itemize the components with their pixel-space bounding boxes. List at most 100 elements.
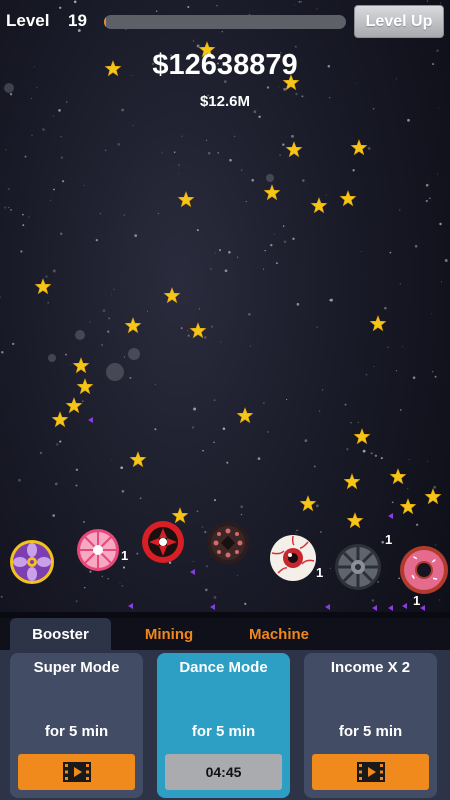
tab-machine[interactable]: Machine — [232, 618, 326, 650]
shard-particle — [372, 605, 377, 611]
dust-particle — [83, 185, 85, 186]
dust-particle — [31, 134, 33, 136]
red-donut-machine[interactable] — [399, 545, 449, 595]
star-icon — [346, 512, 364, 529]
eyeball-count: 1 — [316, 565, 324, 580]
dust-particle — [47, 301, 50, 304]
watch-video-button[interactable] — [312, 754, 429, 790]
dust-particle — [53, 188, 55, 191]
dust-particle — [412, 376, 416, 379]
dust-particle — [201, 526, 204, 528]
dust-particle — [433, 485, 437, 489]
blur-particle — [106, 363, 124, 381]
star-icon — [299, 495, 317, 512]
dust-particle — [42, 128, 45, 131]
level-progress-fill — [104, 15, 107, 29]
purple-flower-wheel-machine[interactable] — [8, 538, 56, 586]
dust-particle — [213, 441, 215, 443]
dark-donut-machine[interactable] — [206, 521, 250, 565]
grey-turbine-machine[interactable] — [334, 543, 382, 591]
dust-particle — [75, 600, 78, 603]
dust-particle — [316, 326, 318, 328]
dust-particle — [329, 567, 331, 569]
star-icon — [310, 197, 328, 214]
dust-particle — [83, 521, 85, 523]
dust-particle — [69, 364, 71, 366]
dust-particle — [401, 346, 403, 348]
dust-particle — [346, 448, 349, 451]
dust-particle — [373, 366, 375, 367]
level-number: 19 — [68, 11, 87, 30]
dust-particle — [28, 216, 30, 218]
dust-particle — [387, 346, 389, 349]
dust-particle — [399, 209, 401, 211]
star-icon — [343, 473, 361, 490]
dust-particle — [50, 199, 52, 201]
dust-particle — [205, 139, 208, 141]
dust-particle — [374, 454, 378, 457]
dust-particle — [196, 510, 199, 513]
dust-particle — [134, 234, 138, 238]
dust-particle — [61, 180, 65, 183]
dust-particle — [213, 499, 217, 502]
dust-particle — [173, 151, 176, 154]
tab-mining[interactable]: Mining — [124, 618, 214, 650]
dust-particle — [113, 288, 115, 290]
dust-particle — [107, 578, 109, 580]
dust-particle — [24, 155, 27, 158]
dust-particle — [274, 233, 276, 235]
dust-particle — [75, 468, 79, 472]
level-up-button[interactable]: Level Up — [354, 5, 444, 38]
shard-particle — [402, 603, 407, 609]
dust-particle — [101, 575, 104, 578]
booster-card-super-mode: Super Mode for 5 min — [10, 653, 143, 798]
star-icon — [369, 315, 387, 332]
dust-particle — [12, 342, 15, 346]
watch-video-button[interactable] — [18, 754, 135, 790]
dust-particle — [296, 302, 300, 306]
dust-particle — [278, 86, 280, 88]
dust-particle — [282, 225, 285, 227]
dust-particle — [95, 238, 98, 242]
dust-particle — [214, 252, 216, 254]
dust-particle — [240, 513, 243, 516]
dust-particle — [431, 370, 434, 373]
dust-particle — [251, 178, 254, 182]
dust-particle — [391, 501, 394, 504]
dust-particle — [52, 269, 56, 273]
dust-particle — [222, 427, 226, 430]
dust-particle — [132, 124, 134, 126]
dust-particle — [285, 398, 288, 401]
red-black-spinner-machine[interactable] — [140, 519, 186, 565]
dust-particle — [205, 565, 209, 568]
shard-particle — [325, 604, 330, 610]
booster-duration: for 5 min — [44, 723, 109, 740]
dust-particle — [136, 552, 139, 555]
booster-duration: for 5 min — [191, 723, 256, 740]
dust-particle — [120, 466, 124, 470]
grey-turbine-count: 1 — [385, 532, 393, 547]
dust-particle — [304, 439, 308, 443]
dust-particle — [122, 566, 126, 569]
dust-particle — [84, 587, 86, 589]
dust-particle — [249, 345, 251, 347]
blur-particle — [48, 354, 56, 362]
blur-particle — [128, 348, 140, 360]
dust-particle — [296, 529, 298, 532]
pink-pinwheel-machine[interactable] — [76, 528, 120, 572]
dust-particle — [1, 351, 4, 354]
eyeball-machine[interactable] — [268, 533, 318, 583]
dust-particle — [117, 143, 121, 146]
dust-particle — [224, 269, 228, 273]
dust-particle — [415, 523, 419, 527]
dust-particle — [123, 214, 126, 216]
dust-particle — [329, 298, 333, 302]
dust-particle — [196, 44, 200, 48]
booster-title: Dance Mode — [179, 659, 268, 676]
dust-particle — [302, 179, 305, 182]
dust-particle — [45, 275, 48, 278]
film-icon — [62, 762, 91, 782]
dust-particle — [444, 259, 448, 262]
tab-booster[interactable]: Booster — [10, 618, 111, 650]
dust-particle — [75, 484, 78, 487]
